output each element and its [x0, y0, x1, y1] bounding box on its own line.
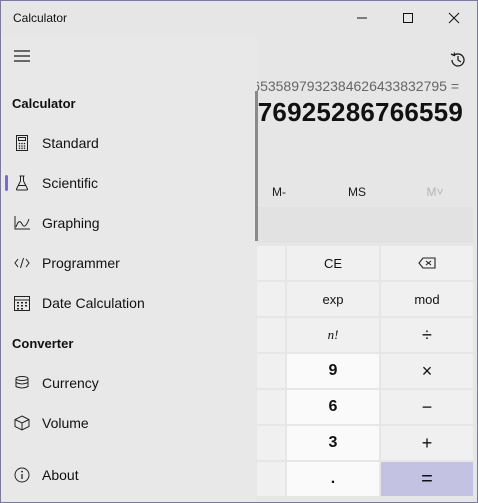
menu-button[interactable]	[7, 41, 37, 71]
coins-icon	[13, 374, 31, 392]
calculator-window: Calculator 6535897932384626433832795 = 4…	[0, 0, 478, 503]
memory-minus-button[interactable]: M-	[249, 177, 309, 207]
calendar-icon	[13, 294, 31, 312]
key-partial-row2[interactable]	[257, 282, 285, 316]
digit-3-button[interactable]: 3	[287, 426, 379, 460]
key-partial-row3[interactable]	[257, 318, 285, 352]
selection-indicator	[5, 175, 8, 191]
nav-item-currency[interactable]: Currency	[1, 363, 255, 403]
nav-item-label: Date Calculation	[42, 295, 145, 311]
function-strip	[257, 207, 473, 243]
hamburger-icon	[14, 50, 30, 62]
graph-icon	[13, 214, 31, 232]
standard-calculator-icon	[13, 134, 31, 152]
equals-button[interactable]: =	[381, 462, 473, 496]
multiply-icon: ×	[421, 360, 433, 381]
nav-item-label: Scientific	[42, 175, 99, 191]
backspace-icon	[418, 257, 436, 269]
info-icon	[13, 466, 31, 484]
maximize-button[interactable]	[385, 1, 431, 35]
equals-icon: =	[421, 467, 433, 490]
history-button[interactable]	[441, 43, 475, 77]
title-bar: Calculator	[1, 1, 477, 35]
nav-item-label: Graphing	[42, 215, 100, 231]
code-icon	[13, 254, 31, 272]
exp-button[interactable]: exp	[287, 282, 379, 316]
flask-icon	[13, 174, 31, 192]
nav-item-programmer[interactable]: Programmer	[1, 243, 255, 283]
clear-entry-button[interactable]: CE	[287, 246, 379, 280]
plus-icon: +	[421, 432, 433, 453]
key-partial-row6[interactable]	[257, 426, 285, 460]
nav-item-graphing[interactable]: Graphing	[1, 203, 255, 243]
nav-item-label: Programmer	[42, 255, 120, 271]
nav-item-volume[interactable]: Volume	[1, 403, 255, 443]
close-icon	[448, 12, 460, 24]
nav-item-scientific[interactable]: Scientific	[1, 163, 255, 203]
keypad: CE exp mod n! ÷ 9 × 6 − 3 + . =	[257, 246, 475, 502]
decimal-button[interactable]: .	[287, 462, 379, 496]
cube-icon	[13, 414, 31, 432]
digit-9-button[interactable]: 9	[287, 354, 379, 388]
key-partial-row7[interactable]	[257, 462, 285, 496]
nav-item-standard[interactable]: Standard	[1, 123, 255, 163]
subtract-button[interactable]: −	[381, 390, 473, 424]
divide-icon: ÷	[422, 324, 432, 345]
minus-icon: −	[421, 396, 433, 417]
nav-item-label: Volume	[42, 415, 89, 431]
mod-button[interactable]: mod	[381, 282, 473, 316]
backspace-button[interactable]	[381, 246, 473, 280]
nav-item-label: Currency	[42, 375, 99, 391]
converter-section-heading: Converter	[12, 336, 74, 351]
navigation-pane: Calculator Standard Scientific Graphing	[1, 35, 257, 502]
memory-store-button[interactable]: MS	[327, 177, 387, 207]
close-button[interactable]	[431, 1, 477, 35]
expression-display: 6535897932384626433832795 =	[252, 78, 459, 94]
pane-scrollbar[interactable]	[255, 91, 258, 241]
calculator-section-heading: Calculator	[12, 96, 76, 111]
nav-item-date-calculation[interactable]: Date Calculation	[1, 283, 255, 323]
nav-item-label: About	[42, 467, 79, 483]
minimize-icon	[357, 17, 367, 19]
multiply-button[interactable]: ×	[381, 354, 473, 388]
maximize-icon	[403, 13, 413, 23]
window-title: Calculator	[13, 11, 68, 25]
add-button[interactable]: +	[381, 426, 473, 460]
nav-item-label: Standard	[42, 135, 99, 151]
minimize-button[interactable]	[339, 1, 385, 35]
key-partial-row4[interactable]	[257, 354, 285, 388]
divide-button[interactable]: ÷	[381, 318, 473, 352]
nav-item-about[interactable]: About	[1, 455, 255, 495]
key-partial-row5[interactable]	[257, 390, 285, 424]
key-partial-row1[interactable]	[257, 246, 285, 280]
digit-6-button[interactable]: 6	[287, 390, 379, 424]
factorial-button[interactable]: n!	[287, 318, 379, 352]
history-icon	[450, 52, 465, 67]
result-display: 476925286766559	[243, 97, 463, 127]
memory-recall-button[interactable]: M˅	[405, 177, 465, 207]
